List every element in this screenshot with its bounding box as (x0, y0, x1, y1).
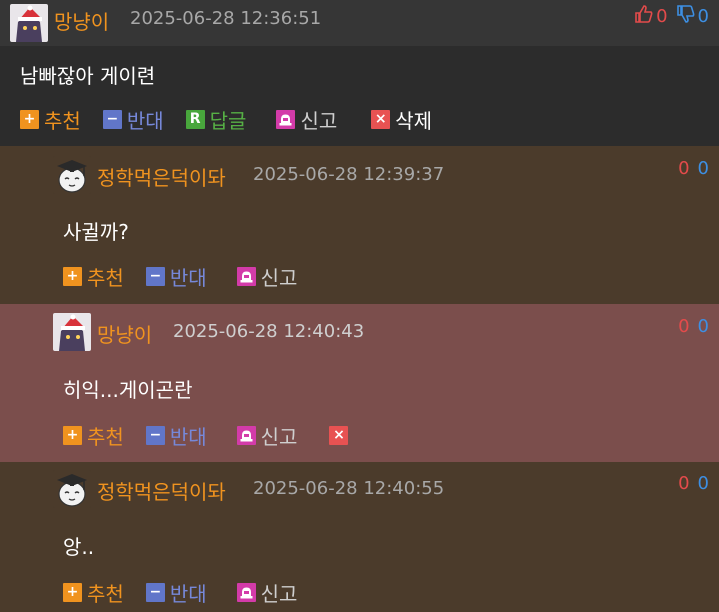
recommend-label: 추천 (87, 581, 124, 606)
upvote-count[interactable]: 0 (678, 473, 689, 494)
oppose-button[interactable]: − 반대 (145, 421, 207, 450)
oppose-button[interactable]: − 반대 (145, 578, 207, 607)
vote-counts: 0 0 (634, 4, 709, 29)
minus-icon: − (102, 109, 122, 129)
upvote-count[interactable]: 0 (678, 316, 689, 337)
downvote-count[interactable]: 0 (698, 316, 709, 337)
report-button[interactable]: 신고 (236, 421, 298, 450)
recommend-button[interactable]: + 추천 (63, 262, 124, 291)
oppose-button[interactable]: − 반대 (102, 105, 164, 134)
recommend-button[interactable]: + 추천 (20, 105, 81, 134)
plus-icon: + (20, 109, 39, 129)
downvote-count[interactable]: 0 (698, 473, 709, 494)
siren-icon (236, 582, 256, 602)
author-nickname[interactable]: 망냥이 (54, 6, 109, 35)
report-button[interactable]: 신고 (236, 262, 298, 291)
reply-label: 답글 (209, 108, 247, 133)
reply-icon: R (185, 109, 205, 129)
oppose-label: 반대 (169, 581, 207, 606)
plus-icon: + (63, 266, 82, 286)
siren-icon (276, 109, 296, 129)
downvote-count: 0 (697, 6, 709, 27)
oppose-button[interactable]: − 반대 (145, 262, 207, 291)
reply-item: 정학먹은덕이돠 2025-06-28 12:39:37 0 0 사귈까? + 추… (0, 146, 719, 304)
comment-date: 2025-06-28 12:40:43 (173, 321, 365, 342)
siren-icon (236, 425, 256, 445)
avatar[interactable] (10, 4, 48, 42)
siren-icon (236, 266, 256, 286)
comment-text: 남빠잖아 게이련 (20, 64, 156, 88)
delete-button[interactable]: × 삭제 (371, 105, 432, 134)
thumbs-down-icon[interactable] (676, 4, 696, 29)
plus-icon: + (63, 582, 82, 602)
comment-actions: + 추천 − 반대 신고 (63, 578, 319, 607)
report-button[interactable]: 신고 (276, 105, 337, 134)
avatar[interactable] (53, 156, 91, 194)
delete-label: 삭제 (395, 108, 433, 133)
comment-actions: + 추천 − 반대 신고 (63, 262, 319, 291)
oppose-label: 반대 (169, 424, 207, 449)
comment-date: 2025-06-28 12:36:51 (130, 8, 322, 29)
report-button[interactable]: 신고 (236, 578, 298, 607)
recommend-button[interactable]: + 추천 (63, 578, 124, 607)
comment-text: 사귈까? (63, 220, 129, 244)
author-nickname[interactable]: 정학먹은덕이돠 (97, 476, 226, 505)
recommend-label: 추천 (87, 265, 124, 290)
minus-icon: − (145, 266, 165, 286)
author-nickname[interactable]: 정학먹은덕이돠 (97, 162, 226, 191)
reply-button[interactable]: R 답글 (185, 105, 247, 134)
oppose-label: 반대 (169, 265, 207, 290)
close-icon: × (329, 425, 349, 445)
comment-actions: + 추천 − 반대 신고 × (63, 421, 375, 450)
recommend-button[interactable]: + 추천 (63, 421, 124, 450)
reply-item: 정학먹은덕이돠 2025-06-28 12:40:55 0 0 앙.. + 추천… (0, 462, 719, 612)
close-icon: × (371, 109, 391, 129)
author-nickname[interactable]: 망냥이 (97, 319, 152, 348)
comment-text: 앙.. (63, 535, 95, 559)
vote-counts: 0 0 (678, 158, 709, 179)
report-label: 신고 (260, 424, 298, 449)
comment-item: 망냥이 2025-06-28 12:36:51 0 0 남빠잖아 게이련 + 추… (0, 0, 719, 146)
report-label: 신고 (260, 581, 298, 606)
vote-counts: 0 0 (678, 473, 709, 494)
upvote-count: 0 (656, 6, 668, 27)
downvote-count[interactable]: 0 (698, 158, 709, 179)
upvote-count[interactable]: 0 (678, 158, 689, 179)
minus-icon: − (145, 425, 165, 445)
oppose-label: 반대 (126, 108, 164, 133)
delete-button[interactable]: × (329, 425, 353, 445)
comment-date: 2025-06-28 12:40:55 (253, 478, 445, 499)
minus-icon: − (145, 582, 165, 602)
reply-item: 망냥이 2025-06-28 12:40:43 0 0 히익...게이곤란 + … (0, 304, 719, 462)
comment-header: 망냥이 2025-06-28 12:36:51 0 0 (0, 0, 719, 46)
thumbs-up-icon[interactable] (634, 4, 654, 29)
vote-counts: 0 0 (678, 316, 709, 337)
report-label: 신고 (300, 108, 338, 133)
comment-actions: + 추천 − 반대 R 답글 신고 × 삭제 (20, 105, 454, 134)
avatar[interactable] (53, 313, 91, 351)
avatar[interactable] (53, 470, 91, 508)
report-label: 신고 (260, 265, 298, 290)
recommend-label: 추천 (44, 108, 81, 133)
comment-date: 2025-06-28 12:39:37 (253, 164, 445, 185)
plus-icon: + (63, 425, 82, 445)
recommend-label: 추천 (87, 424, 124, 449)
comment-text: 히익...게이곤란 (63, 378, 193, 402)
